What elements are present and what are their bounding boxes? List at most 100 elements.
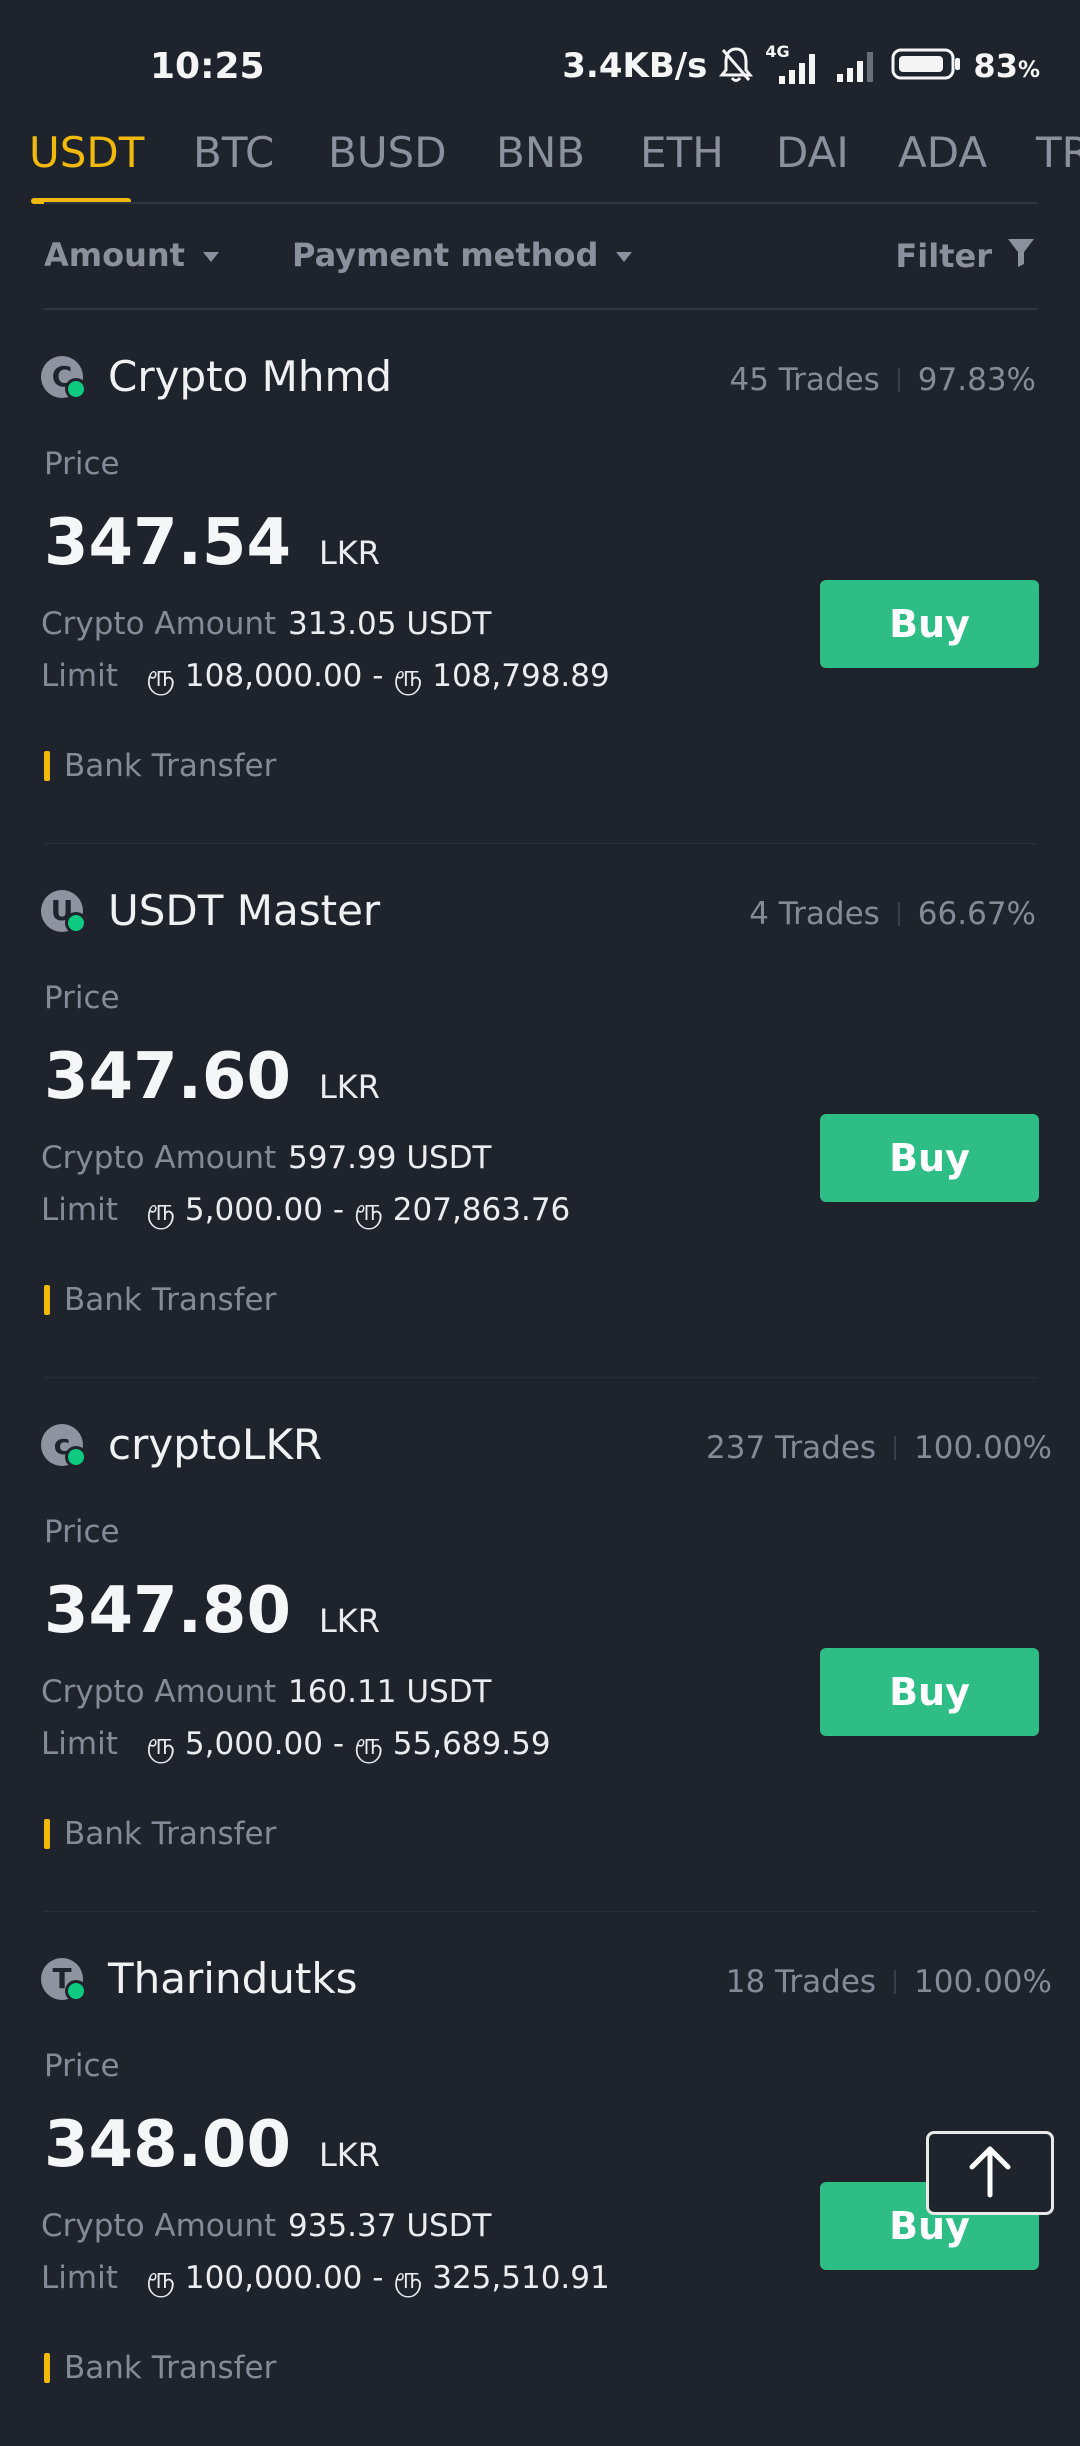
price-currency: LKR [318,2136,381,2174]
merchant-name[interactable]: Tharindutks [108,1954,358,2003]
trade-count: 4 Trades [749,896,880,932]
signal-icon-2 [835,44,881,88]
limit-value: ரூ 108,000.00 - ரூ 108,798.89 [146,658,610,694]
price-currency: LKR [318,1602,381,1640]
avatar: c [41,1424,87,1468]
trade-count: 45 Trades [729,362,880,398]
price-currency: LKR [318,534,381,572]
tab-busd[interactable]: BUSD [328,128,447,177]
tab-usdt[interactable]: USDT [29,128,144,177]
battery-icon [891,44,963,88]
funnel-icon [1006,236,1036,276]
caret-down-icon [616,252,633,262]
limit-value: ரூ 5,000.00 - ரூ 55,689.59 [146,1726,551,1762]
buy-button[interactable]: Buy [820,580,1039,668]
merchant-stats: 4 Trades 66.67% [749,896,1036,932]
scroll-to-top-button[interactable] [926,2131,1054,2215]
offer-card: T Tharindutks 18 Trades 100.00% Price 34… [0,1912,1080,2446]
price-value: 347.80 [44,1574,291,1648]
price-currency: LKR [318,1068,381,1106]
network-speed: 3.4KB/s [562,46,708,86]
trade-count: 18 Trades [725,1964,877,2000]
payment-color-bar [44,1819,50,1849]
payment-color-bar [44,751,50,781]
payment-color-bar [44,1285,50,1315]
stats-separator [897,368,900,392]
payment-color-bar [44,2353,50,2383]
tab-tr[interactable]: TR [1036,128,1080,177]
buy-button[interactable]: Buy [820,1648,1039,1736]
payment-method-label: Bank Transfer [64,748,277,784]
offer-card: c cryptoLKR 237 Trades 100.00% Price 347… [0,1378,1080,1912]
price-label: Price [44,2048,120,2084]
crypto-amount-row: Crypto Amount 313.05 USDT [41,606,492,642]
merchant-name[interactable]: cryptoLKR [108,1420,322,1469]
price-label: Price [44,446,120,482]
bell-muted-icon [717,44,755,88]
filter-row: Amount Payment method Filter [0,228,1080,298]
price-value: 347.60 [44,1040,291,1114]
limit-label: Limit [41,1192,118,1228]
price-label: Price [44,1514,120,1550]
limit-label: Limit [41,2260,118,2296]
completion-rate: 100.00% [914,1430,1052,1466]
filter-button[interactable]: Filter [895,236,1036,276]
online-status-dot [65,1980,87,2002]
tab-btc[interactable]: BTC [193,128,274,177]
avatar: C [41,356,87,400]
filter-button-label: Filter [895,237,992,275]
merchant-name[interactable]: USDT Master [108,886,380,935]
offer-card: U USDT Master 4 Trades 66.67% Price 347.… [0,844,1080,1378]
limit-row: Limit ரூ 5,000.00 - ரூ 55,689.59 [41,1726,551,1766]
stats-separator [897,902,900,926]
payment-method-tag: Bank Transfer [44,748,276,784]
coin-tabs: USDT BTC BUSD BNB ETH DAI ADA TR [0,118,1080,204]
price-label: Price [44,980,120,1016]
status-icons: 3.4KB/s 4G 83% [562,42,1040,88]
payment-method-dropdown[interactable]: Payment method [292,236,633,274]
price-row: 347.54 LKR [44,506,380,580]
limit-value: ரூ 5,000.00 - ரூ 207,863.76 [146,1192,571,1228]
merchant-name[interactable]: Crypto Mhmd [108,352,392,401]
payment-method-label: Bank Transfer [64,2350,277,2386]
payment-method-tag: Bank Transfer [44,1816,276,1852]
arrow-up-icon [966,2143,1014,2203]
crypto-amount-row: Crypto Amount 160.11 USDT [41,1674,492,1710]
crypto-amount-row: Crypto Amount 597.99 USDT [41,1140,492,1176]
clock: 10:25 [150,46,265,87]
payment-method-label: Bank Transfer [64,1282,277,1318]
tab-dai[interactable]: DAI [776,128,849,177]
buy-button[interactable]: Buy [820,1114,1039,1202]
stats-separator [894,1436,897,1460]
crypto-amount-value: 935.37 USDT [288,2208,492,2244]
tab-ada[interactable]: ADA [898,128,987,177]
avatar: U [41,890,87,934]
price-row: 347.80 LKR [44,1574,380,1648]
price-value: 348.00 [44,2108,291,2182]
merchant-stats: 18 Trades 100.00% [726,1964,1052,2000]
tab-eth[interactable]: ETH [640,128,724,177]
merchant-stats: 237 Trades 100.00% [706,1430,1052,1466]
payment-method-tag: Bank Transfer [44,1282,276,1318]
stats-separator [894,1970,897,1994]
price-row: 348.00 LKR [44,2108,380,2182]
price-row: 347.60 LKR [44,1040,380,1114]
crypto-amount-row: Crypto Amount 935.37 USDT [41,2208,492,2244]
trade-count: 237 Trades [706,1430,877,1466]
crypto-amount-label: Crypto Amount [41,1674,277,1710]
online-status-dot [65,912,87,934]
payment-method-dropdown-label: Payment method [292,236,599,274]
merchant-stats: 45 Trades 97.83% [729,362,1036,398]
tab-bnb[interactable]: BNB [496,128,585,177]
limit-row: Limit ரூ 5,000.00 - ரூ 207,863.76 [41,1192,570,1232]
crypto-amount-label: Crypto Amount [41,1140,277,1176]
amount-dropdown[interactable]: Amount [44,236,219,274]
offer-card: C Crypto Mhmd 45 Trades 97.83% Price 347… [0,310,1080,844]
signal-icon: 4G [765,42,825,86]
limit-row: Limit ரூ 100,000.00 - ரூ 325,510.91 [41,2260,610,2300]
crypto-amount-label: Crypto Amount [41,606,277,642]
crypto-amount-value: 597.99 USDT [288,1140,492,1176]
online-status-dot [65,1446,87,1468]
payment-method-label: Bank Transfer [64,1816,277,1852]
limit-value: ரூ 100,000.00 - ரூ 325,510.91 [146,2260,610,2296]
